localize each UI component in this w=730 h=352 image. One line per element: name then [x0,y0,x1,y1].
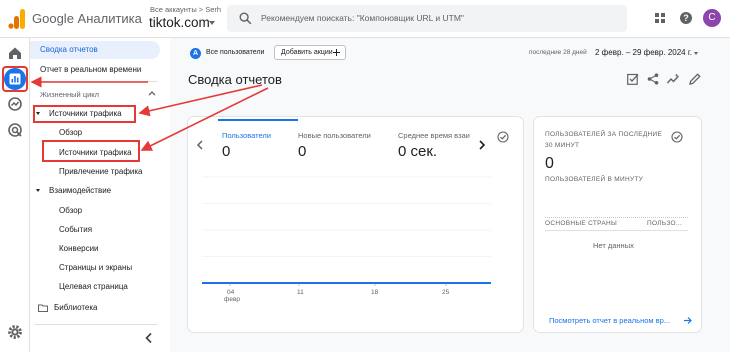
property-selector[interactable]: tiktok.com [149,15,210,30]
chevron-down-icon[interactable] [694,52,698,55]
realtime-card: ПОЛЬЗОВАТЕЛЕЙ ЗА ПОСЛЕДНИЕ 30 МИНУТ 0 ПО… [534,117,701,332]
users-column-header: ПОЛЬЗО... [647,220,683,227]
insights-icon[interactable] [667,73,679,85]
search-bar[interactable]: Рекомендуем поискать: "Компоновщик URL и… [227,5,627,32]
account-breadcrumb[interactable]: Все аккаунты > Serh [150,5,221,14]
annotation-box-reports [2,66,28,92]
search-placeholder: Рекомендуем поискать: "Компоновщик URL и… [261,13,464,23]
share-icon[interactable] [647,73,659,85]
nav-realtime[interactable]: Отчет в реальном времени [40,65,141,74]
customize-icon[interactable] [627,73,639,85]
status-check-icon[interactable] [671,131,683,143]
realtime-users-value: 0 [545,155,554,172]
home-icon[interactable] [7,45,23,61]
overview-chart-card: Пользователи 0 Новые пользователи 0 Сред… [188,117,523,332]
date-range-label[interactable]: последние 28 дней [529,49,587,56]
search-icon [239,12,252,25]
annotation-box-traffic-group [33,105,136,123]
add-comparison-button[interactable]: Добавить акции [274,45,346,60]
chevron-left-icon[interactable] [142,331,156,345]
help-icon[interactable]: ? [680,12,692,24]
divider [545,230,688,231]
annotation-box-traffic-item [42,140,140,162]
main-content: A Все пользователи Добавить акции послед… [170,38,730,352]
apps-icon[interactable] [655,13,665,23]
x-tick-sublabel: февр [224,296,241,303]
nav-lifecycle-heading[interactable]: Жизненный цикл [40,90,99,99]
arrow-right-icon[interactable] [683,316,692,325]
nav-landing-page[interactable]: Целевая страница [59,282,128,291]
plus-icon [333,49,340,56]
segment-chip[interactable]: Все пользователи [206,49,264,56]
nav-library[interactable]: Библиотека [54,303,98,312]
divider [545,217,688,218]
edit-icon[interactable] [689,73,701,85]
left-icon-rail [0,38,30,352]
add-comparison-label: Добавить акции [281,49,333,56]
nav-conversions[interactable]: Конверсии [59,244,99,253]
chevron-down-icon[interactable] [209,21,215,25]
nav-divider [34,324,158,325]
advertising-icon[interactable] [7,122,23,138]
x-tick-label: 11 [297,289,304,296]
x-tick-label: 25 [442,289,450,296]
nav-overview[interactable]: Обзор [59,128,82,137]
x-tick-label: 18 [371,289,379,296]
reports-navigation: Сводка отчетов Отчет в реальном времени … [30,38,170,352]
app-title[interactable]: Google Аналитика [32,11,142,26]
nav-events[interactable]: События [59,225,92,234]
nav-engagement-group[interactable]: Взаимодействие [49,186,111,195]
view-realtime-link[interactable]: Посмотреть отчет в реальном вр... [549,316,670,325]
nav-reports-snapshot[interactable]: Сводка отчетов [40,45,98,54]
page-title: Сводка отчетов [188,72,282,87]
nav-pages-screens[interactable]: Страницы и экраны [59,263,132,272]
folder-icon [38,304,48,312]
nav-user-acquisition[interactable]: Привлечение трафика [59,167,143,176]
top-countries-header: ОСНОВНЫЕ СТРАНЫ [545,220,618,227]
nav-divider [34,81,158,82]
ga-logo-icon[interactable] [8,9,26,29]
expand-triangle-icon[interactable] [36,189,40,192]
top-app-bar: Google Аналитика Все аккаунты > Serh tik… [0,0,730,38]
chevron-up-icon[interactable] [148,90,156,96]
x-tick-label: 04 [227,289,235,296]
account-avatar[interactable]: C [703,9,721,27]
explore-icon[interactable] [7,96,23,112]
realtime-per-minute-label: ПОЛЬЗОВАТЕЛЕЙ В МИНУТУ [545,176,644,183]
realtime-title: ПОЛЬЗОВАТЕЛЕЙ ЗА ПОСЛЕДНИЕ 30 МИНУТ [545,131,663,149]
date-range-picker[interactable]: 2 февр. – 29 февр. 2024 г. [595,48,692,57]
no-data-text: Нет данных [593,241,634,250]
nav-engagement-overview[interactable]: Обзор [59,206,82,215]
segment-avatar: A [190,48,201,59]
settings-icon[interactable] [7,324,23,340]
svg-text:?: ? [683,13,689,23]
